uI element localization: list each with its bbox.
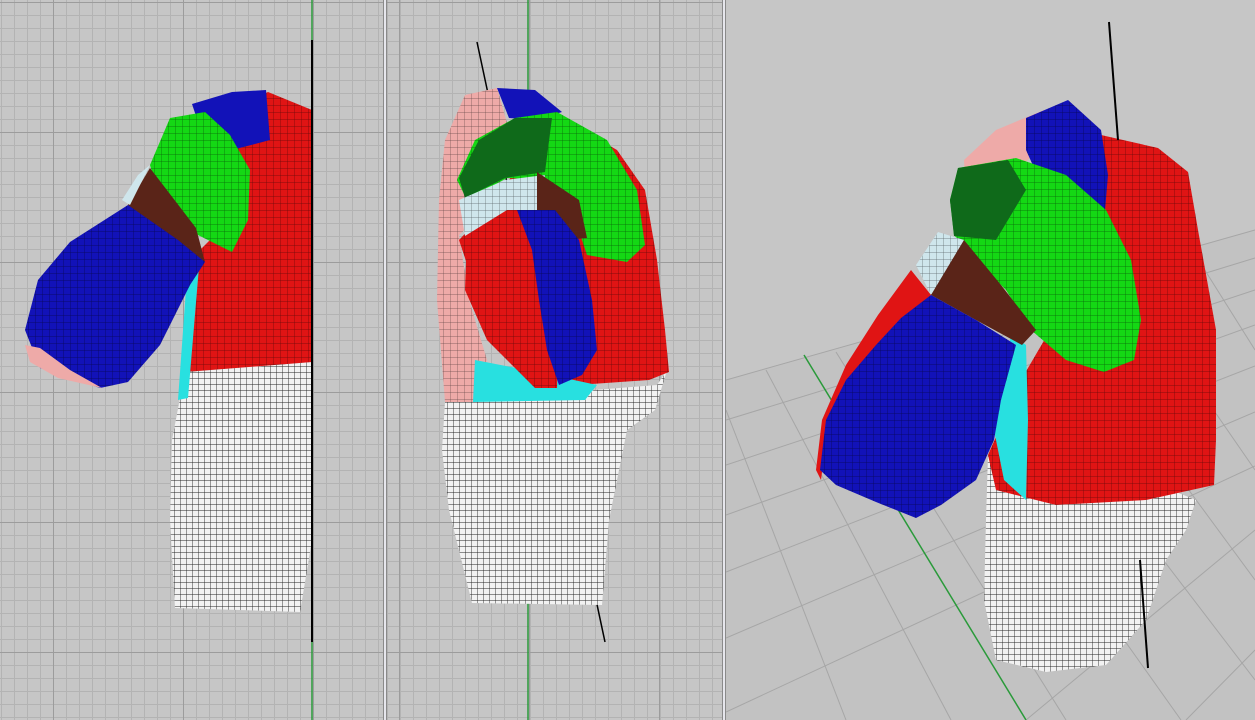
side-viewport[interactable] bbox=[387, 0, 722, 720]
torso-model-side[interactable] bbox=[437, 88, 669, 605]
side-model-canvas[interactable] bbox=[387, 0, 722, 720]
torso-model-front[interactable] bbox=[25, 90, 312, 612]
perspective-canvas[interactable] bbox=[726, 0, 1255, 720]
front-viewport[interactable] bbox=[0, 0, 383, 720]
z-axis-black bbox=[1108, 21, 1119, 141]
front-model-canvas[interactable] bbox=[0, 0, 383, 720]
perspective-viewport[interactable] bbox=[726, 0, 1255, 720]
